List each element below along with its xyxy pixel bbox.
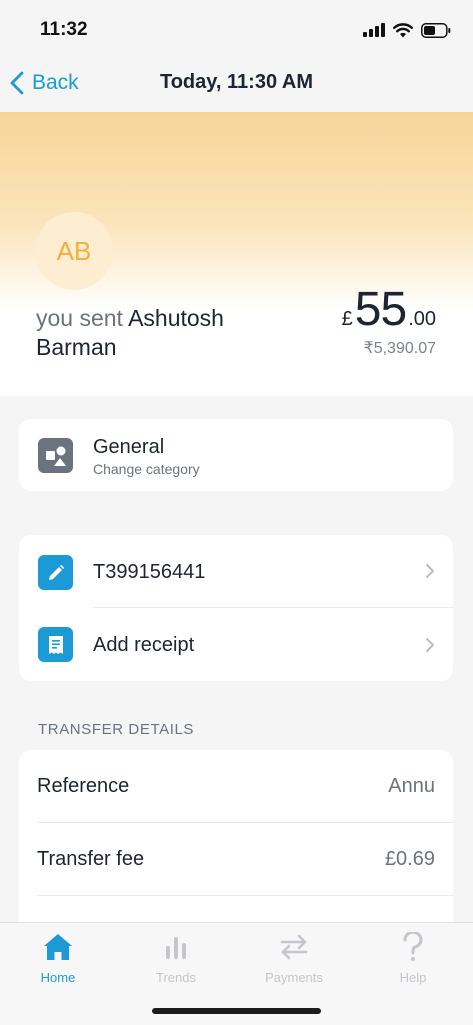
note-label: T399156441 bbox=[93, 561, 206, 583]
signal-icon bbox=[363, 23, 385, 37]
amount: £ 55 .00 bbox=[342, 282, 436, 337]
chevron-right-icon bbox=[426, 638, 434, 652]
wifi-icon bbox=[393, 22, 413, 37]
receipt-icon bbox=[48, 635, 63, 654]
tab-payments[interactable]: Payments bbox=[244, 931, 344, 989]
nav-bar: Back Today, 11:30 AM bbox=[0, 56, 473, 112]
sent-prefix: you sent bbox=[36, 305, 123, 331]
transfer-details-header: TRANSFER DETAILS bbox=[38, 721, 195, 738]
status-icons bbox=[363, 20, 451, 40]
detail-divider bbox=[37, 822, 453, 823]
chevron-right-icon bbox=[426, 564, 434, 578]
category-tile bbox=[38, 438, 73, 473]
amount-whole: 55 bbox=[354, 283, 407, 336]
reference-label: Reference bbox=[37, 775, 130, 797]
page-title: Today, 11:30 AM bbox=[159, 71, 313, 93]
transfer-fee-label: Transfer fee bbox=[37, 848, 145, 870]
battery-icon bbox=[421, 22, 451, 38]
note-tile bbox=[38, 555, 73, 590]
amount-decimal: .00 bbox=[408, 308, 436, 330]
transaction-hero: AB you sent Ashutosh Barman £ 55 .00 ₹5,… bbox=[0, 112, 473, 396]
transfer-details-card: Reference Annu Transfer fee £0.69 bbox=[19, 750, 453, 950]
tab-trends-label: Trends bbox=[156, 970, 196, 985]
add-receipt-label: Add receipt bbox=[93, 634, 195, 656]
add-receipt-row[interactable]: Add receipt bbox=[19, 608, 453, 681]
bar-chart-icon bbox=[166, 937, 186, 959]
status-time: 11:32 bbox=[40, 19, 88, 40]
amount-currency: £ bbox=[341, 308, 353, 330]
avatar-initials: AB bbox=[56, 235, 92, 266]
reference-value: Annu bbox=[388, 775, 435, 797]
tab-trends[interactable]: Trends bbox=[126, 931, 226, 989]
actions-card: T399156441 Add receipt bbox=[19, 535, 453, 681]
receipt-tile bbox=[38, 627, 73, 662]
change-category-link[interactable]: Change category bbox=[93, 461, 200, 477]
status-bar: 11:32 bbox=[0, 0, 473, 56]
pencil-icon bbox=[48, 564, 64, 580]
question-mark-icon bbox=[403, 932, 423, 961]
tab-home-label: Home bbox=[40, 970, 76, 985]
tab-help-label: Help bbox=[399, 970, 427, 985]
tab-help[interactable]: Help bbox=[363, 931, 463, 989]
tab-home[interactable]: Home bbox=[8, 931, 108, 989]
home-icon bbox=[44, 934, 72, 960]
sent-description: you sent Ashutosh Barman bbox=[36, 304, 276, 362]
home-indicator bbox=[152, 1008, 321, 1014]
tab-bar: Home Trends Payments Help bbox=[0, 922, 473, 1025]
note-row[interactable]: T399156441 bbox=[19, 535, 453, 607]
transfer-fee-value: £0.69 bbox=[384, 848, 435, 870]
detail-divider bbox=[37, 895, 453, 896]
transfer-arrows-icon bbox=[280, 934, 308, 960]
category-title: General bbox=[93, 436, 165, 458]
tab-payments-label: Payments bbox=[265, 970, 323, 985]
converted-amount: ₹5,390.07 bbox=[363, 340, 436, 357]
avatar: AB bbox=[35, 212, 113, 290]
shapes-icon bbox=[45, 446, 66, 466]
category-card[interactable]: General Change category bbox=[19, 419, 453, 491]
